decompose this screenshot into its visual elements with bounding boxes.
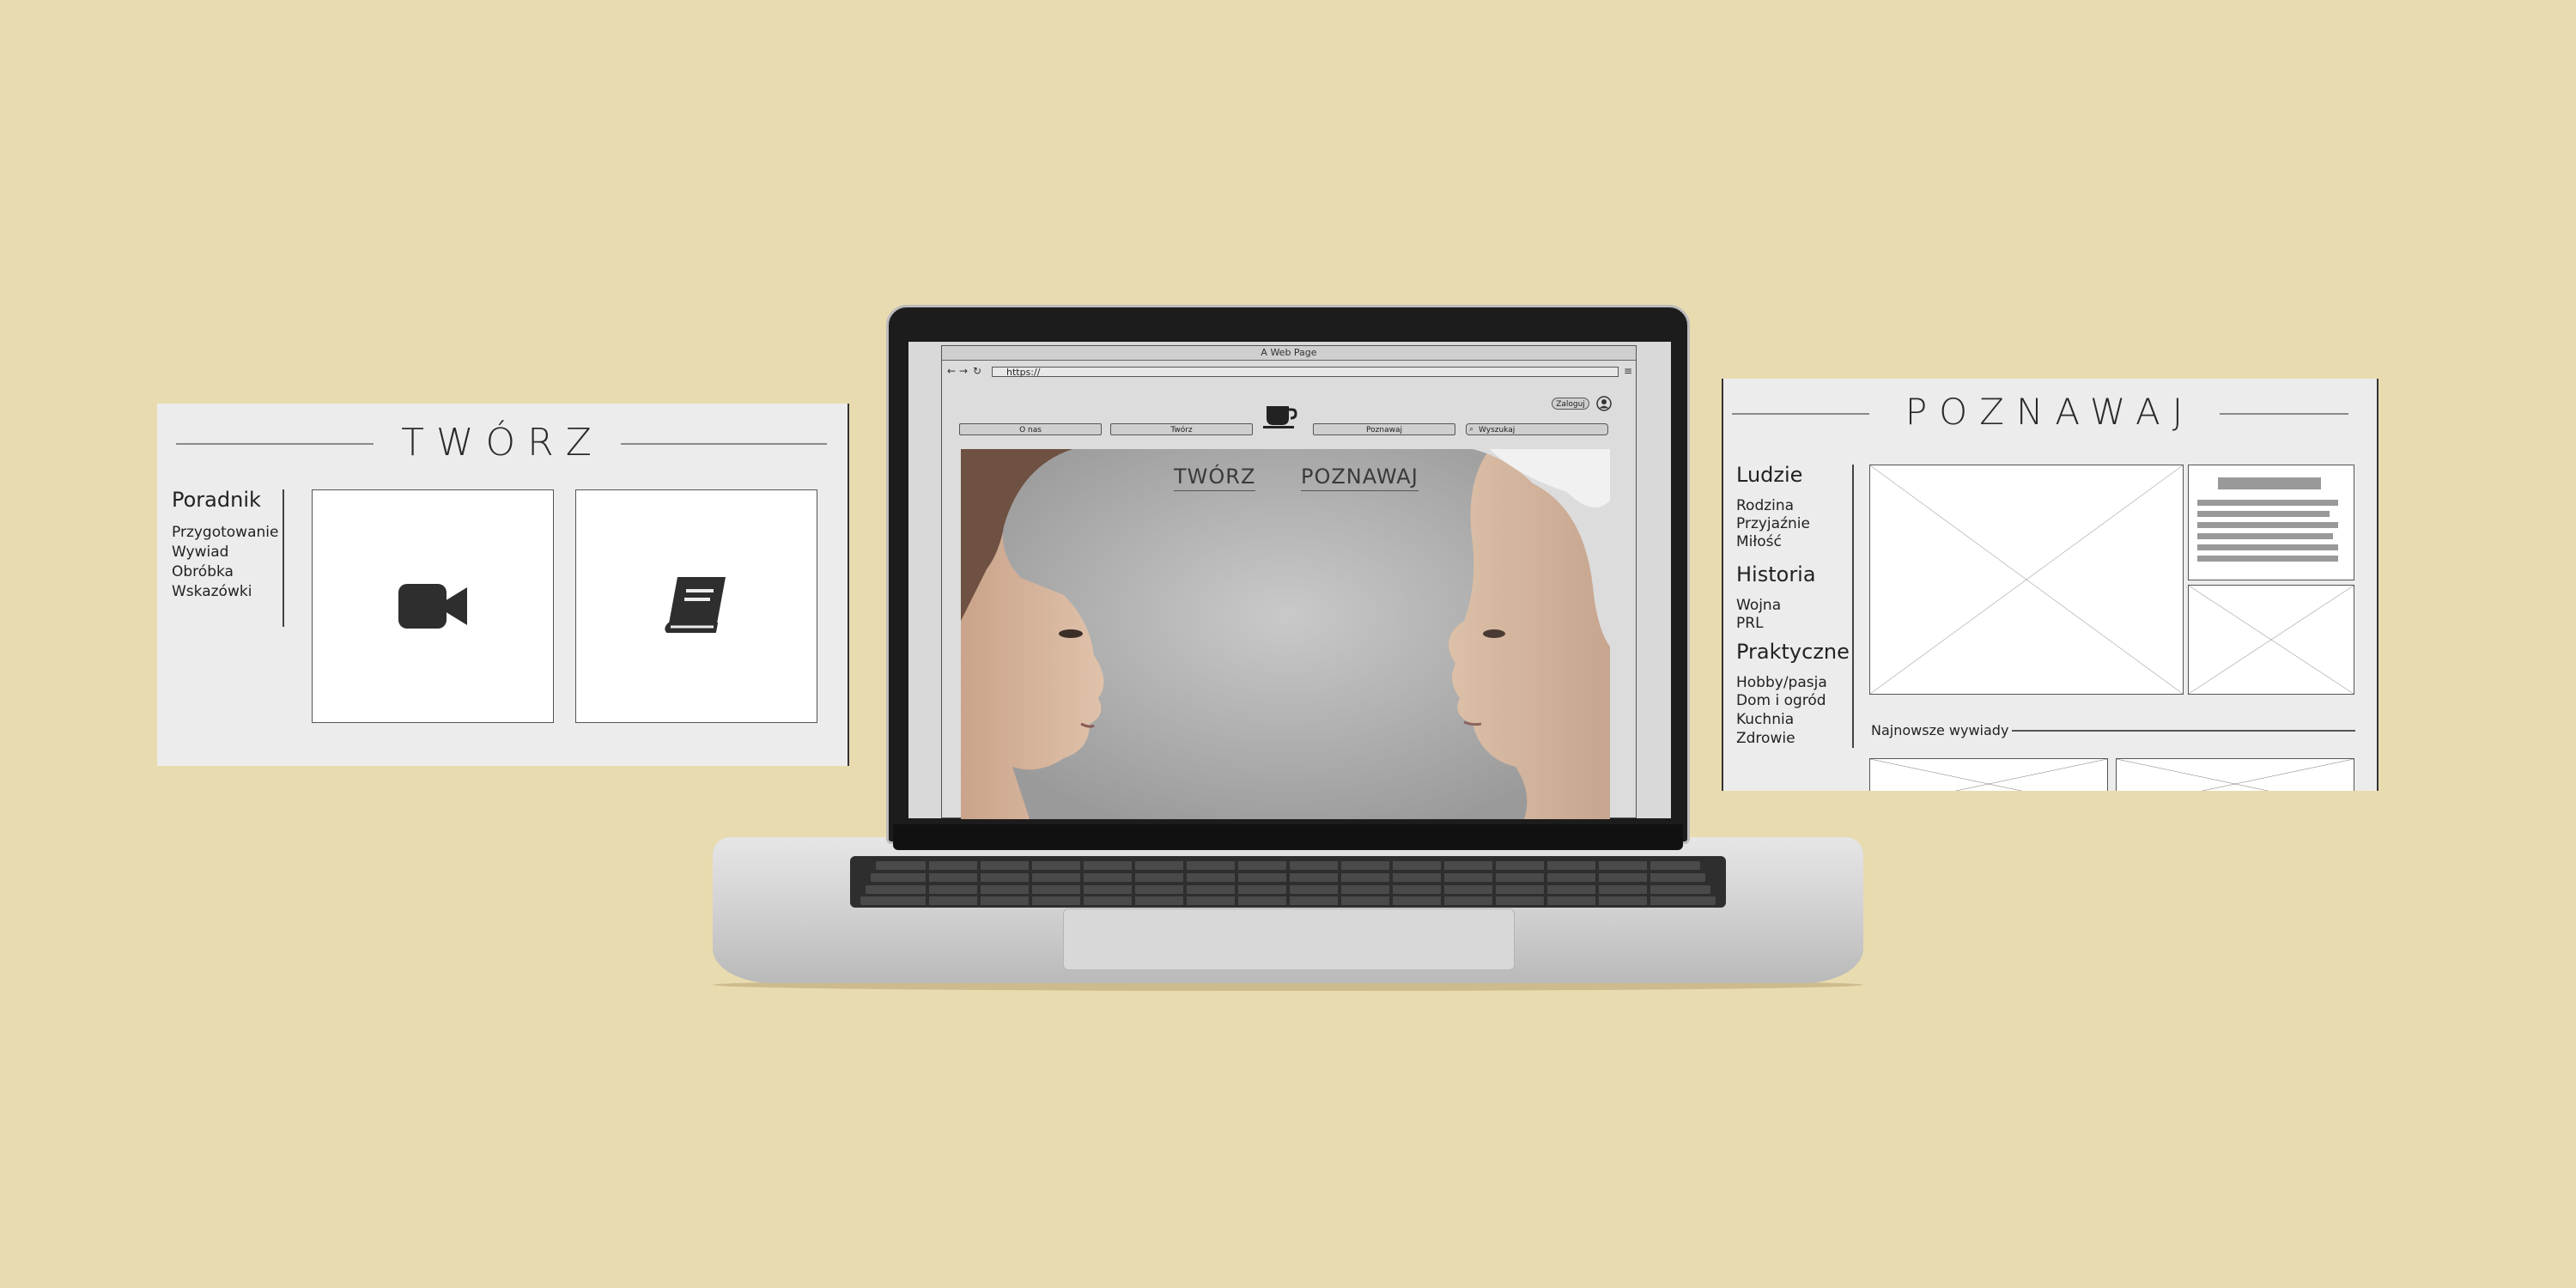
laptop-keyboard — [850, 856, 1726, 908]
hero-banner: TWÓRZ POZNAWAJ — [961, 449, 1610, 819]
text-placeholder-line — [2197, 522, 2338, 528]
secondary-image-placeholder[interactable] — [2188, 585, 2354, 695]
category-heading-praktyczne[interactable]: Praktyczne — [1736, 640, 1850, 664]
poznawaj-panel: POZNAWAJ Ludzie Rodzina Przyjaźnie Miłoś… — [1722, 379, 2379, 791]
text-placeholder-line — [2197, 533, 2333, 539]
keyboard-keys — [860, 860, 1716, 908]
interview-card[interactable] — [2116, 758, 2354, 791]
image-placeholder-icon — [1870, 465, 2183, 694]
featured-image-placeholder[interactable] — [1869, 465, 2184, 695]
title-rule-right — [2220, 413, 2348, 415]
text-placeholder-line — [2197, 511, 2330, 517]
latest-interviews-label: Najnowsze wywiady — [1871, 722, 2009, 738]
category-item-kuchnia[interactable]: Kuchnia — [1736, 711, 1794, 728]
coffee-cup-icon[interactable] — [1263, 403, 1297, 430]
hero-link-poznawaj[interactable]: POZNAWAJ — [1301, 465, 1419, 491]
category-item-wojna[interactable]: Wojna — [1736, 597, 1781, 614]
back-icon[interactable]: ← — [947, 365, 956, 377]
login-button[interactable]: Zaloguj — [1552, 398, 1589, 410]
category-heading-historia[interactable]: Historia — [1736, 562, 1816, 586]
text-placeholder-line — [2197, 544, 2338, 550]
browser-window: A Web Page ← → ↻ https:// ≡ Zaloguj O na… — [941, 345, 1637, 819]
nav-poznawaj[interactable]: Poznawaj — [1313, 423, 1455, 435]
latest-rule — [2012, 730, 2355, 732]
book-icon — [665, 577, 726, 633]
image-placeholder-icon — [2189, 586, 2354, 694]
image-placeholder-icon — [1870, 759, 2107, 791]
tworz-panel: TWÓRZ Poradnik Przygotowanie Wywiad Obró… — [157, 404, 849, 766]
interview-card[interactable] — [1869, 758, 2108, 791]
laptop-trackpad — [1063, 908, 1515, 970]
video-camera-icon — [398, 584, 467, 629]
sidebar-item-wywiad[interactable]: Wywiad — [172, 544, 228, 561]
category-item-zdrowie[interactable]: Zdrowie — [1736, 730, 1795, 747]
address-bar[interactable]: https:// — [992, 367, 1619, 378]
nav-o-nas[interactable]: O nas — [959, 423, 1102, 435]
guide-card[interactable] — [575, 489, 817, 723]
category-heading-ludzie[interactable]: Ludzie — [1736, 463, 1802, 487]
category-item-dom[interactable]: Dom i ogród — [1736, 692, 1826, 709]
window-title: A Web Page — [942, 346, 1636, 361]
search-input[interactable]: Wyszukaj — [1466, 423, 1608, 435]
hero-link-tworz[interactable]: TWÓRZ — [1174, 465, 1256, 491]
poradnik-heading: Poradnik — [172, 488, 261, 512]
old-face-image — [1449, 449, 1610, 819]
text-placeholder-line — [2197, 556, 2338, 562]
forward-icon[interactable]: → — [959, 365, 968, 377]
category-item-prl[interactable]: PRL — [1736, 615, 1764, 632]
text-placeholder-heading — [2218, 477, 2321, 489]
menu-icon[interactable]: ≡ — [1624, 365, 1632, 377]
nav-tworz[interactable]: Twórz — [1110, 423, 1253, 435]
user-icon[interactable] — [1596, 396, 1612, 411]
sidebar-divider — [283, 489, 284, 627]
article-preview-card[interactable] — [2188, 465, 2354, 580]
sidebar-item-przygotowanie[interactable]: Przygotowanie — [172, 524, 278, 541]
sidebar-divider — [1852, 465, 1854, 748]
sidebar-item-wskazowki[interactable]: Wskazówki — [172, 583, 252, 600]
image-placeholder-icon — [2117, 759, 2354, 791]
title-rule-right — [621, 443, 827, 445]
search-icon: ⌕ — [1469, 425, 1474, 434]
video-card[interactable] — [312, 489, 554, 723]
poznawaj-title: POZNAWAJ — [1905, 391, 2196, 433]
laptop-hinge — [893, 824, 1683, 850]
category-item-przyjaznie[interactable]: Przyjaźnie — [1736, 515, 1810, 532]
refresh-icon[interactable]: ↻ — [973, 365, 981, 377]
category-item-milosc[interactable]: Miłość — [1736, 533, 1782, 550]
sidebar-item-obrobka[interactable]: Obróbka — [172, 563, 234, 580]
text-placeholder-line — [2197, 500, 2338, 506]
category-item-rodzina[interactable]: Rodzina — [1736, 497, 1794, 514]
young-face-image — [961, 449, 1104, 819]
category-item-hobby[interactable]: Hobby/pasja — [1736, 674, 1827, 691]
